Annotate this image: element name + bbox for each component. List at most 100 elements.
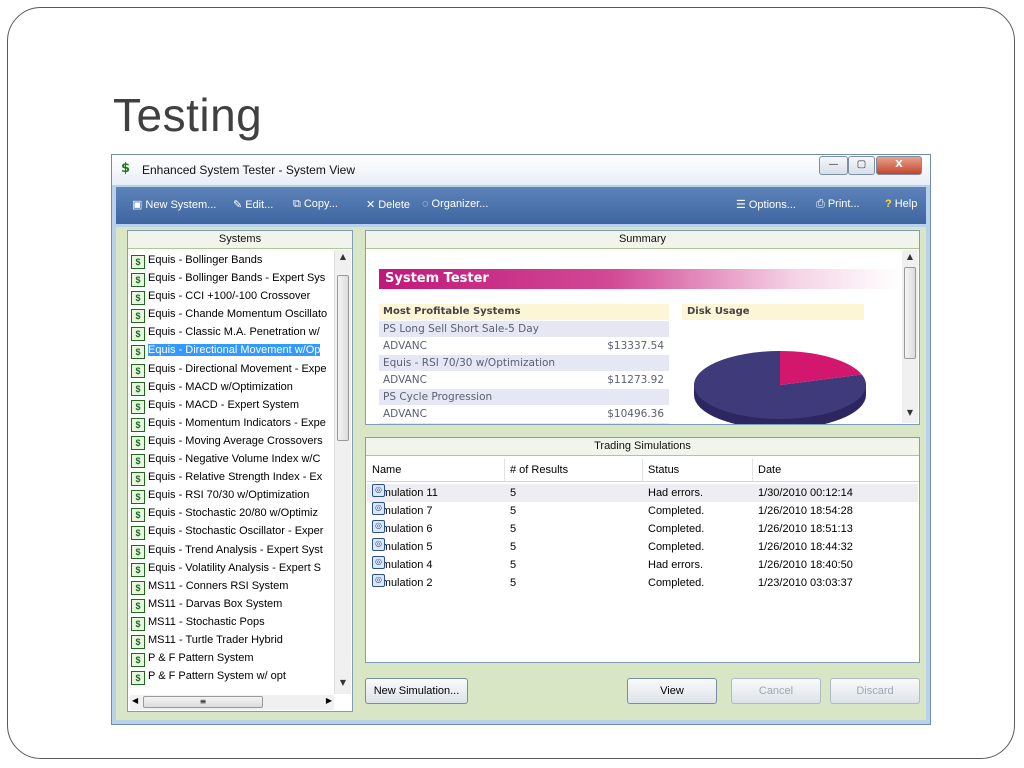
simulation-row[interactable]: ◎ Simulation 7 5 Completed. 1/26/2010 18:54:… (367, 502, 918, 520)
systems-panel: Systems $ Equis - Bollinger Bands $ Equis -… (127, 230, 353, 712)
help-button[interactable]: ? Help (885, 198, 917, 210)
system-list-item[interactable]: $ Equis - Volatility Analysis - Expert S (130, 559, 334, 577)
view-button[interactable]: View (627, 678, 717, 704)
system-tester-banner: System Tester (379, 269, 899, 289)
profitable-system-name: PS Cycle Progression (379, 389, 669, 405)
system-list-item[interactable]: $ Equis - RSI 70/30 w/Optimization (130, 486, 334, 505)
options-button[interactable]: ☰ Options... (736, 198, 796, 211)
col-status[interactable]: Status (643, 459, 753, 482)
system-list-item[interactable]: $ Equis - Bollinger Bands (130, 251, 334, 269)
new-system-button[interactable]: ▣ New System... (132, 198, 216, 211)
dollar-icon: $ (131, 634, 145, 649)
system-list-item[interactable]: $ Equis - Negative Volume Index w/C (130, 450, 334, 469)
scroll-up-icon[interactable]: ▲ (335, 252, 351, 261)
systems-vertical-scrollbar[interactable]: ▲ ▼ (334, 250, 351, 694)
dollar-icon: $ (131, 327, 145, 342)
col-results[interactable]: # of Results (505, 459, 643, 482)
organizer-button[interactable]: ◌ Organizer... (422, 198, 488, 210)
print-button[interactable]: ⎙ Print... (816, 198, 860, 211)
system-list-item[interactable]: $ Equis - MACD w/Optimization (130, 378, 334, 396)
close-button[interactable]: X (876, 156, 922, 175)
dollar-icon: $ (131, 526, 145, 541)
system-list-item[interactable]: $ Equis - MACD - Expert System (130, 396, 334, 414)
simulation-date: 1/23/2010 03:03:37 (758, 577, 853, 589)
summary-scrollbar[interactable]: ▲ ▼ (902, 250, 918, 423)
system-name: Equis - Relative Strength Index - Ex (148, 471, 323, 484)
system-list-item[interactable]: $ Equis - Classic M.A. Penetration w/ (130, 323, 334, 342)
simulation-name: ◎ Simulation 11 (372, 484, 438, 502)
simulation-row[interactable]: ◎ Simulation 11 5 Had errors. 1/30/2010 00:1… (367, 484, 918, 502)
system-name: Equis - Volatility Analysis - Expert S (148, 561, 322, 574)
dollar-icon: $ (131, 309, 145, 324)
system-list-item[interactable]: $ Equis - Trend Analysis - Expert Syst (130, 541, 334, 559)
system-list-item[interactable]: $ Equis - Momentum Indicators - Expe (130, 414, 334, 432)
cancel-button[interactable]: Cancel (731, 678, 821, 704)
maximize-button[interactable]: ▢ (848, 156, 875, 175)
symbol: ADVANC (383, 408, 427, 420)
simulation-name: ◎ Simulation 5 (372, 538, 433, 556)
summary-panel: Summary System Tester Most Profitable Sy… (365, 230, 920, 425)
simulation-results: 5 (510, 541, 517, 553)
system-list-item[interactable]: $ P & F Pattern System (130, 649, 334, 668)
profit-amount: $11273.92 (607, 374, 664, 386)
simulation-status: Completed. (648, 577, 705, 589)
simulation-row[interactable]: ◎ Simulation 6 5 Completed. 1/26/2010 18:51:… (367, 520, 918, 538)
simulation-icon: ◎ (372, 538, 385, 551)
scroll-right-icon[interactable]: ▶ (326, 696, 332, 705)
scroll-left-icon[interactable]: ◀ (132, 696, 138, 705)
simulation-name: ◎ Simulation 7 (372, 502, 433, 520)
delete-x-icon: ✕ (366, 199, 376, 211)
profitable-system-result: ADVANC $10496.36 (379, 406, 669, 422)
col-date[interactable]: Date (753, 459, 919, 482)
system-name: Equis - Negative Volume Index w/C (148, 453, 321, 466)
simulation-row[interactable]: ◎ Simulation 4 5 Had errors. 1/26/2010 18:40… (367, 556, 918, 574)
scroll-down-icon[interactable]: ▼ (902, 408, 918, 417)
system-list-item[interactable]: $ P & F Pattern System w/ opt (130, 667, 334, 686)
new-simulation-button[interactable]: New Simulation... (365, 678, 468, 704)
systems-horizontal-scrollbar[interactable]: ◀ ≡ ▶ (130, 695, 334, 710)
question-icon: ? (885, 198, 892, 210)
system-name: Equis - Directional Movement - Expe (148, 362, 327, 375)
system-list-item[interactable]: $ Equis - Stochastic Oscillator - Exper (130, 522, 334, 541)
dollar-icon: $ (131, 454, 145, 469)
system-list-item[interactable]: $ Equis - Stochastic 20/80 w/Optimiz (130, 504, 334, 523)
profitable-system-name: Equis - RSI 70/30 w/Optimization (379, 355, 669, 371)
discard-button[interactable]: Discard (830, 678, 920, 704)
scroll-down-icon[interactable]: ▼ (335, 678, 351, 687)
copy-button[interactable]: ⧉ Copy... (293, 198, 338, 211)
delete-button[interactable]: ✕ Delete (366, 198, 410, 211)
simulation-row[interactable]: ◎ Simulation 5 5 Completed. 1/26/2010 18:44:… (367, 538, 918, 556)
profitable-system-name: Equis - Bollinger Bands (379, 423, 669, 424)
col-name[interactable]: Name (367, 459, 505, 482)
scroll-thumb[interactable] (337, 275, 349, 441)
summary-scroll-thumb[interactable] (904, 267, 916, 359)
edit-button[interactable]: ✎ Edit... (233, 198, 273, 211)
scroll-up-icon[interactable]: ▲ (902, 252, 918, 261)
system-name: MS11 - Turtle Trader Hybrid (148, 633, 283, 646)
new-system-label: New System... (145, 199, 217, 211)
system-list-item[interactable]: $ Equis - Moving Average Crossovers (130, 432, 334, 450)
system-list-item[interactable]: $ MS11 - Stochastic Pops (130, 613, 334, 631)
system-list-item[interactable]: $ Equis - Directional Movement - Expe (130, 360, 334, 378)
system-list-item[interactable]: $ Equis - Bollinger Bands - Expert Sys (130, 269, 334, 288)
dollar-icon: $ (131, 490, 145, 505)
system-name: P & F Pattern System w/ opt (148, 670, 286, 683)
dollar-icon: $ (131, 345, 145, 360)
simulation-results: 5 (510, 559, 517, 571)
systems-list[interactable]: $ Equis - Bollinger Bands $ Equis - Bolling… (130, 251, 334, 693)
system-list-item[interactable]: $ MS11 - Conners RSI System (130, 577, 334, 595)
system-list-item[interactable]: $ Equis - CCI +100/-100 Crossover (130, 287, 334, 306)
system-name: Equis - Moving Average Crossovers (148, 434, 323, 447)
system-list-item[interactable]: $ Equis - Chande Momentum Oscillato (130, 305, 334, 324)
hscroll-thumb[interactable]: ≡ (143, 696, 263, 708)
system-list-item[interactable]: $ Equis - Relative Strength Index - Ex (130, 468, 334, 487)
simulation-row[interactable]: ◎ Simulation 2 5 Completed. 1/23/2010 03:03:… (367, 574, 918, 592)
app-window: $ Enhanced System Tester - System View —… (111, 154, 931, 725)
system-list-item[interactable]: $ Equis - Directional Movement w/Op (130, 341, 334, 360)
system-list-item[interactable]: $ MS11 - Turtle Trader Hybrid (130, 631, 334, 649)
options-label: Options... (748, 199, 796, 211)
system-name: Equis - Bollinger Bands (148, 254, 263, 266)
minimize-button[interactable]: — (819, 156, 848, 175)
system-list-item[interactable]: $ MS11 - Darvas Box System (130, 595, 334, 613)
pencil-icon: ✎ (233, 199, 243, 211)
